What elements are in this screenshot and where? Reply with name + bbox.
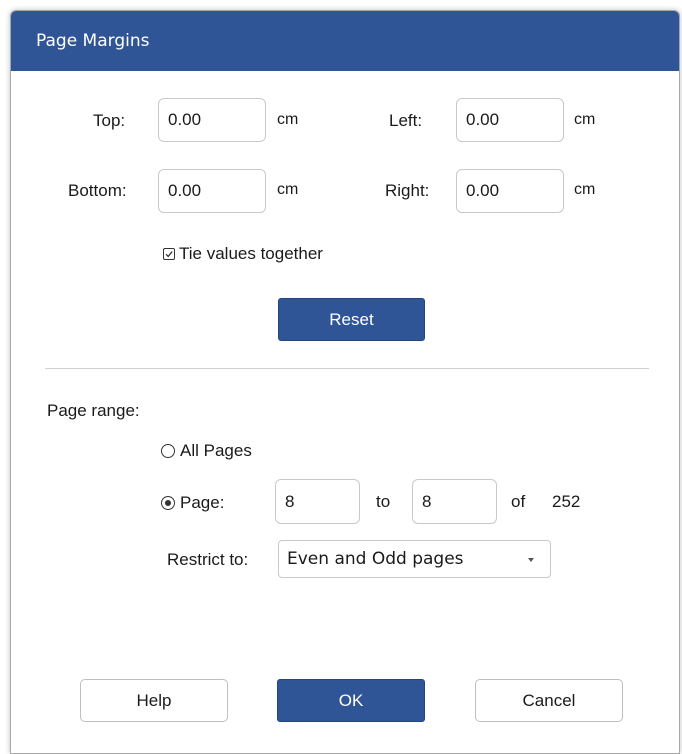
- top-unit-label: cm: [277, 111, 299, 128]
- total-pages: 252: [552, 492, 581, 511]
- all-pages-label: All Pages: [180, 441, 252, 460]
- chevron-down-icon: [528, 558, 534, 562]
- bottom-label: Bottom:: [68, 181, 127, 200]
- page-to-input[interactable]: 8: [412, 479, 497, 524]
- left-margin-value: 0.00: [466, 110, 500, 129]
- page-from-value: 8: [285, 491, 295, 511]
- right-unit-label: cm: [574, 181, 596, 198]
- cancel-button[interactable]: Cancel: [475, 679, 623, 722]
- page-from-input[interactable]: 8: [275, 479, 360, 524]
- page-margins-dialog: Page Margins Top: 0.00 cm Left: 0.00 cm …: [10, 10, 680, 754]
- page-radio[interactable]: Page:: [161, 492, 224, 514]
- page-range-heading: Page range:: [47, 401, 140, 420]
- all-pages-radio[interactable]: All Pages: [161, 440, 252, 462]
- left-unit-label: cm: [574, 111, 596, 128]
- help-button[interactable]: Help: [80, 679, 228, 722]
- page-to-value: 8: [422, 491, 432, 511]
- right-label: Right:: [385, 181, 430, 200]
- top-margin-input[interactable]: 0.00: [158, 98, 266, 142]
- of-label: of: [511, 492, 526, 511]
- tie-values-label: Tie values together: [179, 244, 323, 263]
- to-label: to: [376, 492, 391, 511]
- radio-checked-icon: [161, 496, 175, 510]
- tie-values-checkbox[interactable]: Tie values together: [163, 244, 323, 264]
- reset-button[interactable]: Reset: [278, 298, 425, 341]
- ok-button[interactable]: OK: [277, 679, 425, 722]
- restrict-to-label: Restrict to:: [167, 550, 249, 569]
- page-radio-label: Page:: [180, 493, 225, 512]
- bottom-margin-input[interactable]: 0.00: [158, 169, 266, 213]
- top-label: Top:: [93, 111, 126, 130]
- dialog-titlebar[interactable]: Page Margins: [11, 11, 679, 71]
- bottom-margin-value: 0.00: [168, 181, 202, 200]
- left-label: Left:: [389, 111, 423, 130]
- restrict-to-value: Even and Odd pages: [287, 549, 464, 569]
- restrict-to-select[interactable]: Even and Odd pages: [278, 540, 551, 578]
- dialog-title: Page Margins: [36, 31, 150, 51]
- radio-unchecked-icon: [161, 444, 175, 458]
- top-margin-value: 0.00: [168, 110, 202, 129]
- checkbox-icon: [163, 248, 175, 260]
- section-divider: [45, 368, 649, 369]
- right-margin-input[interactable]: 0.00: [456, 169, 564, 213]
- left-margin-input[interactable]: 0.00: [456, 98, 564, 142]
- right-margin-value: 0.00: [466, 181, 500, 200]
- bottom-unit-label: cm: [277, 181, 299, 198]
